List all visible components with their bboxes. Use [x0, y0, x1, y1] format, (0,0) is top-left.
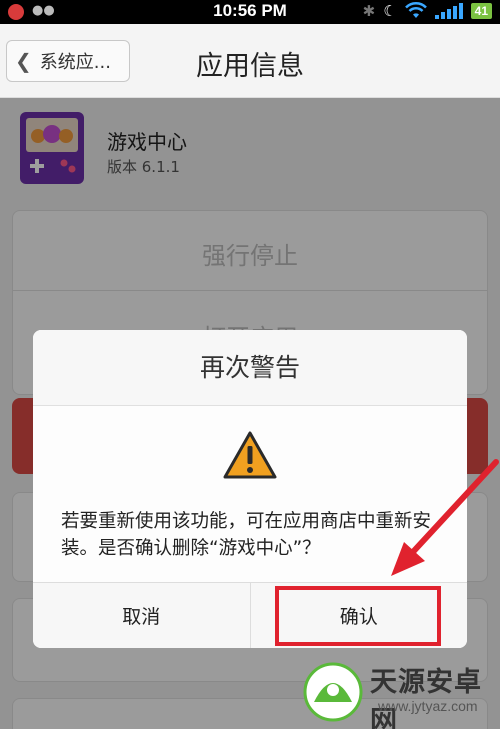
moon-icon: ☾	[383, 2, 397, 20]
title-bar: ❮ 系统应... 应用信息	[0, 24, 500, 98]
page-title: 应用信息	[196, 51, 304, 82]
cancel-button[interactable]: 取消	[33, 583, 250, 648]
watermark-logo-icon	[303, 662, 363, 722]
warning-icon	[223, 431, 277, 479]
watermark-name: 天源安卓网	[370, 667, 482, 729]
dialog-title: 再次警告	[33, 330, 467, 406]
bluetooth-icon: ✱	[362, 2, 376, 20]
signal-icon	[434, 3, 463, 19]
watermark: 天源安卓网 www.jytyaz.com	[300, 652, 496, 729]
watermark-url: www.jytyaz.com	[378, 698, 478, 714]
dialog-message: 若要重新使用该功能，可在应用商店中重新安装。是否确认删除“游戏中心”？	[61, 511, 432, 559]
battery-icon: 41	[470, 3, 492, 19]
wifi-icon	[404, 2, 427, 18]
confirm-highlight-box	[275, 586, 441, 646]
status-bar: ●● 10:56 PM ✱ ☾ 41	[0, 0, 500, 24]
